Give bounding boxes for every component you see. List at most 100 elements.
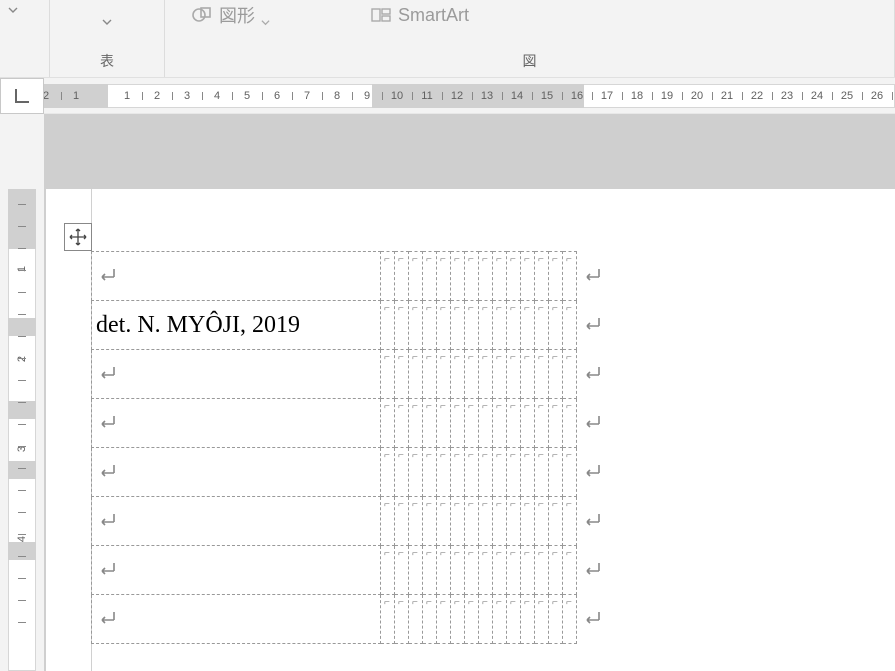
table-row[interactable]: det. N. MYÔJI, 2019⌐⌐⌐⌐⌐⌐⌐⌐⌐⌐⌐⌐⌐⌐ [92,301,608,350]
table-cell[interactable]: ⌐ [549,448,563,497]
table-cell[interactable] [92,399,381,448]
ribbon-dropdown-1[interactable] [0,0,50,77]
table-cell[interactable]: ⌐ [521,595,535,644]
table-cell[interactable]: ⌐ [493,448,507,497]
tab-selector[interactable] [0,78,44,114]
table-cell[interactable]: ⌐ [493,595,507,644]
table-cell[interactable]: ⌐ [381,350,395,399]
horizontal-ruler[interactable]: 2112345678910111213141516171819202122232… [0,78,895,114]
table-cell[interactable]: ⌐ [437,399,451,448]
table-cell[interactable]: ⌐ [507,252,521,301]
table-cell[interactable]: ⌐ [535,350,549,399]
table-cell[interactable]: ⌐ [549,546,563,595]
document-table[interactable]: ⌐⌐⌐⌐⌐⌐⌐⌐⌐⌐⌐⌐⌐⌐det. N. MYÔJI, 2019⌐⌐⌐⌐⌐⌐⌐… [91,251,608,644]
table-cell[interactable]: ⌐ [535,448,549,497]
table-cell[interactable]: ⌐ [465,399,479,448]
table-cell[interactable]: ⌐ [381,448,395,497]
table-cell[interactable]: ⌐ [479,546,493,595]
table-cell[interactable]: ⌐ [549,497,563,546]
table-cell[interactable]: ⌐ [549,252,563,301]
table-cell[interactable]: ⌐ [465,448,479,497]
table-cell[interactable]: ⌐ [507,350,521,399]
table-cell[interactable]: ⌐ [409,497,423,546]
table-cell[interactable]: ⌐ [493,497,507,546]
table-cell[interactable]: det. N. MYÔJI, 2019 [92,301,381,350]
table-cell[interactable]: ⌐ [409,448,423,497]
table-cell[interactable]: ⌐ [423,546,437,595]
table-cell[interactable]: ⌐ [479,301,493,350]
table-cell[interactable]: ⌐ [507,301,521,350]
table-cell[interactable]: ⌐ [381,301,395,350]
table-cell[interactable]: ⌐ [395,399,409,448]
page[interactable]: ⌐⌐⌐⌐⌐⌐⌐⌐⌐⌐⌐⌐⌐⌐det. N. MYÔJI, 2019⌐⌐⌐⌐⌐⌐⌐… [46,189,895,671]
table-cell[interactable]: ⌐ [395,350,409,399]
table-row[interactable]: ⌐⌐⌐⌐⌐⌐⌐⌐⌐⌐⌐⌐⌐⌐ [92,252,608,301]
table-cell[interactable]: ⌐ [479,252,493,301]
table-cell[interactable]: ⌐ [493,252,507,301]
table-cell[interactable]: ⌐ [381,546,395,595]
table-cell[interactable]: ⌐ [465,252,479,301]
table-cell[interactable]: ⌐ [535,252,549,301]
table-cell[interactable]: ⌐ [451,546,465,595]
table-cell[interactable]: ⌐ [563,252,577,301]
table-cell[interactable]: ⌐ [521,252,535,301]
table-cell[interactable]: ⌐ [437,448,451,497]
table-cell[interactable]: ⌐ [409,301,423,350]
table-cell[interactable]: ⌐ [451,252,465,301]
table-cell[interactable]: ⌐ [521,497,535,546]
table-cell[interactable]: ⌐ [493,350,507,399]
table-cell[interactable]: ⌐ [451,350,465,399]
table-cell[interactable]: ⌐ [479,448,493,497]
table-cell[interactable] [92,252,381,301]
table-cell[interactable]: ⌐ [437,301,451,350]
table-cell[interactable]: ⌐ [507,497,521,546]
table-cell[interactable]: ⌐ [549,399,563,448]
table-cell[interactable]: ⌐ [521,301,535,350]
table-cell[interactable]: ⌐ [507,546,521,595]
table-cell[interactable]: ⌐ [381,252,395,301]
table-cell[interactable]: ⌐ [423,497,437,546]
table-cell[interactable]: ⌐ [563,350,577,399]
chevron-down-icon[interactable] [102,14,112,24]
table-cell[interactable]: ⌐ [409,252,423,301]
table-cell[interactable]: ⌐ [381,399,395,448]
table-move-handle[interactable] [64,223,92,251]
table-cell[interactable]: ⌐ [521,448,535,497]
table-cell[interactable]: ⌐ [549,595,563,644]
table-cell[interactable]: ⌐ [479,497,493,546]
table-cell[interactable]: ⌐ [535,301,549,350]
table-cell[interactable]: ⌐ [395,252,409,301]
table-cell[interactable]: ⌐ [563,595,577,644]
table-cell[interactable]: ⌐ [423,399,437,448]
table-cell[interactable]: ⌐ [465,350,479,399]
table-cell[interactable]: ⌐ [437,497,451,546]
table-cell[interactable]: ⌐ [549,301,563,350]
smartart-button[interactable]: SmartArt [364,2,475,28]
table-cell[interactable]: ⌐ [507,448,521,497]
table-cell[interactable]: ⌐ [451,399,465,448]
table-cell[interactable]: ⌐ [451,595,465,644]
table-cell[interactable]: ⌐ [493,546,507,595]
table-cell[interactable]: ⌐ [563,301,577,350]
table-cell[interactable]: ⌐ [423,350,437,399]
table-cell[interactable]: ⌐ [507,399,521,448]
table-cell[interactable]: ⌐ [395,595,409,644]
table-cell[interactable]: ⌐ [451,448,465,497]
table-cell[interactable]: ⌐ [423,448,437,497]
table-cell[interactable]: ⌐ [437,546,451,595]
table-cell[interactable]: ⌐ [563,399,577,448]
table-cell[interactable]: ⌐ [521,546,535,595]
table-cell[interactable]: ⌐ [521,399,535,448]
vertical-ruler[interactable]: 1234 [0,114,44,671]
table-row[interactable]: ⌐⌐⌐⌐⌐⌐⌐⌐⌐⌐⌐⌐⌐⌐ [92,497,608,546]
table-cell[interactable]: ⌐ [563,497,577,546]
table-cell[interactable]: ⌐ [563,448,577,497]
table-cell[interactable]: ⌐ [437,252,451,301]
table-cell[interactable]: ⌐ [381,595,395,644]
table-row[interactable]: ⌐⌐⌐⌐⌐⌐⌐⌐⌐⌐⌐⌐⌐⌐ [92,448,608,497]
table-cell[interactable]: ⌐ [395,448,409,497]
table-cell[interactable]: ⌐ [395,301,409,350]
table-cell[interactable] [92,350,381,399]
table-cell[interactable]: ⌐ [437,595,451,644]
table-row[interactable]: ⌐⌐⌐⌐⌐⌐⌐⌐⌐⌐⌐⌐⌐⌐ [92,595,608,644]
